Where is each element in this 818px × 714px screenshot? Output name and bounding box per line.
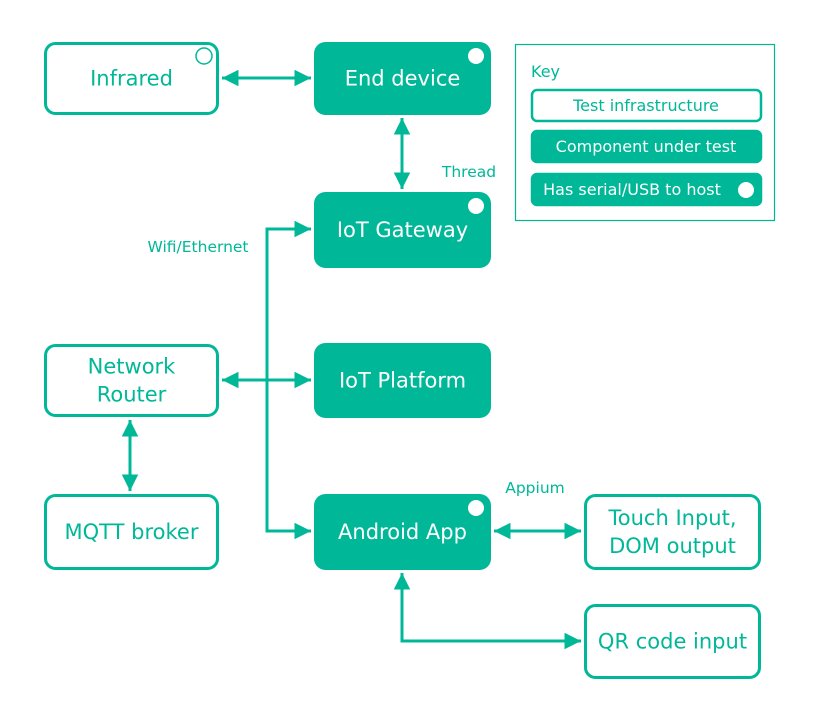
node-iot-gateway: IoT Gateway [314, 192, 491, 268]
node-mqtt-broker: MQTT broker [44, 494, 219, 570]
legend: Key Test infrastructure Component under te… [514, 43, 776, 222]
node-end-device: End device [314, 42, 491, 115]
node-android-app: Android App [314, 494, 491, 570]
iot-test-diagram: Infrared End device IoT Gateway IoT Platfor… [44, 42, 776, 679]
node-touch-input: Touch Input, DOM output [584, 494, 761, 570]
node-label: Touch Input, [608, 506, 737, 530]
node-infrared: Infrared [44, 42, 219, 115]
node-label: MQTT broker [65, 520, 199, 544]
edge-label-wifi: Wifi/Ethernet [147, 238, 248, 256]
legend-item: Component under test [530, 129, 763, 164]
node-label: Router [97, 383, 167, 407]
serial-usb-indicator-icon [468, 500, 484, 516]
legend-item: Test infrastructure [530, 88, 763, 123]
legend-label: Has serial/USB to host [543, 180, 721, 199]
edge-label-thread: Thread [441, 163, 496, 181]
serial-usb-indicator-icon [738, 182, 754, 198]
edge-wifi-to-gateway [265, 220, 311, 380]
edge-wifi-to-android [265, 380, 311, 540]
node-label: DOM output [609, 534, 736, 558]
legend-item: Has serial/USB to host [530, 172, 763, 207]
serial-usb-indicator-icon [468, 198, 484, 214]
edge-android-qr [393, 573, 581, 650]
edge-label-appium: Appium [505, 479, 565, 497]
node-qr-code-input: QR code input [584, 604, 761, 679]
node-network-router: Network Router [44, 344, 219, 417]
serial-usb-indicator-icon [195, 47, 213, 65]
node-label: IoT Platform [339, 369, 466, 393]
legend-label: Test infrastructure [572, 96, 719, 115]
node-iot-platform: IoT Platform [314, 343, 491, 418]
legend-title: Key [531, 62, 560, 81]
node-label: QR code input [598, 630, 747, 654]
node-label: IoT Gateway [337, 218, 468, 242]
node-label: Android App [338, 520, 467, 544]
serial-usb-indicator-icon [468, 48, 484, 64]
node-label: Infrared [90, 67, 173, 91]
node-label: Network [88, 355, 177, 379]
legend-label: Component under test [556, 137, 737, 156]
node-label: End device [345, 67, 461, 91]
